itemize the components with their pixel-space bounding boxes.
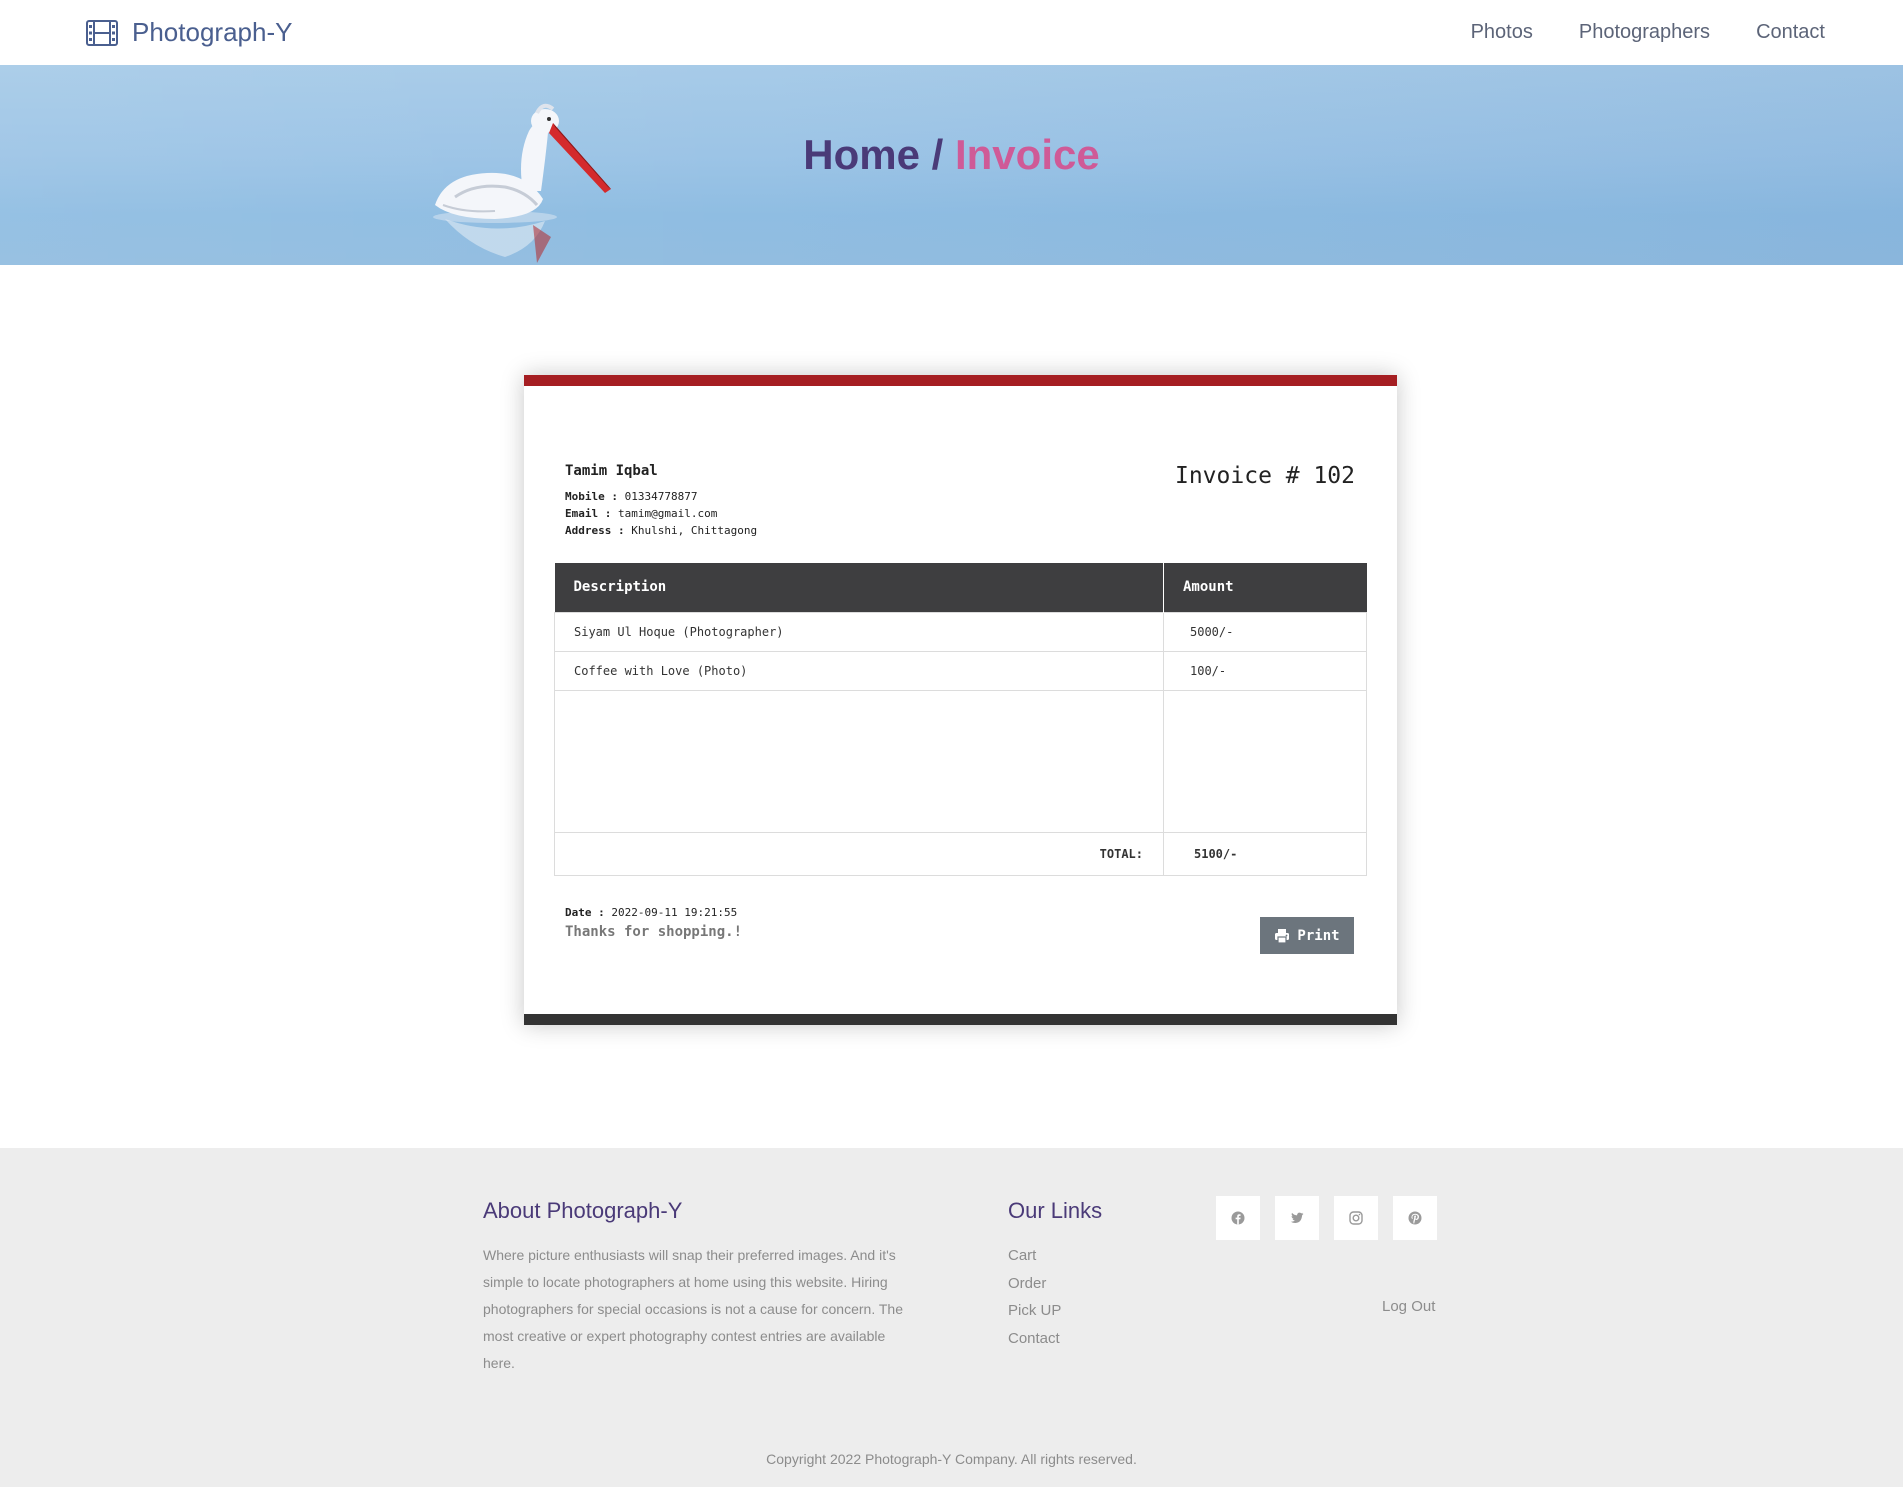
print-label: Print	[1297, 927, 1340, 944]
email-value: tamim@gmail.com	[617, 507, 718, 520]
copyright: Copyright 2022 Photograph-Y Company. All…	[766, 1451, 1137, 1467]
item-description: Coffee with Love (Photo)	[554, 650, 1164, 691]
item-amount: 5000/-	[1163, 611, 1367, 652]
nav-link-contact[interactable]: Contact	[1756, 21, 1825, 44]
pinterest-button[interactable]	[1393, 1196, 1437, 1240]
item-amount: 100/-	[1163, 650, 1367, 691]
logout-link[interactable]: Log Out	[1382, 1298, 1435, 1315]
empty-cell	[554, 689, 1164, 833]
about-text: Where picture enthusiasts will snap thei…	[483, 1247, 903, 1371]
mobile-value: 01334778877	[624, 490, 698, 503]
table-row: Coffee with Love (Photo) 100/-	[554, 650, 1367, 691]
navbar: Photograph-Y Photos Photographers Contac…	[0, 0, 1903, 65]
total-label: TOTAL:	[554, 831, 1164, 876]
thanks-message: Thanks for shopping.!	[565, 924, 743, 940]
hero-banner: Home / Invoice	[0, 65, 1903, 265]
instagram-button[interactable]	[1334, 1196, 1378, 1240]
footer-link-cart[interactable]: Cart	[1008, 1242, 1102, 1270]
about-title: About Photograph-Y	[483, 1198, 683, 1223]
invoice-card: Tamim Iqbal Mobile : 01334778877 Email :…	[524, 375, 1397, 1025]
total-value: 5100/-	[1163, 831, 1367, 876]
mobile-label: Mobile :	[565, 490, 618, 503]
social-links	[1216, 1196, 1437, 1240]
breadcrumb: Home / Invoice	[0, 131, 1903, 179]
address-label: Address :	[565, 524, 625, 537]
item-description: Siyam Ul Hoque (Photographer)	[554, 611, 1164, 652]
brand-link[interactable]: Photograph-Y	[86, 17, 292, 48]
facebook-button[interactable]	[1216, 1196, 1260, 1240]
instagram-icon	[1349, 1211, 1363, 1225]
breadcrumb-home[interactable]: Home	[803, 131, 920, 178]
pinterest-icon	[1408, 1211, 1422, 1225]
address-value: Khulshi, Chittagong	[631, 524, 758, 537]
total-row: TOTAL: 5100/-	[554, 831, 1367, 876]
nav-link-photos[interactable]: Photos	[1471, 21, 1533, 44]
date-label: Date :	[565, 906, 605, 919]
print-button[interactable]: Print	[1260, 917, 1354, 954]
footer-link-contact[interactable]: Contact	[1008, 1325, 1102, 1353]
customer-mobile: Mobile : 01334778877	[565, 488, 757, 505]
footer-about: About Photograph-Y Where picture enthusi…	[483, 1198, 918, 1377]
breadcrumb-current: Invoice	[954, 131, 1100, 178]
facebook-icon	[1231, 1211, 1245, 1225]
column-amount: Amount	[1163, 563, 1367, 612]
email-label: Email :	[565, 507, 612, 520]
footer-link-order[interactable]: Order	[1008, 1270, 1102, 1298]
table-header-row: Description Amount	[554, 563, 1367, 612]
table-empty-row	[554, 689, 1367, 833]
table-row: Siyam Ul Hoque (Photographer) 5000/-	[554, 611, 1367, 652]
invoice-date: Date : 2022-09-11 19:21:55	[565, 906, 737, 919]
nav-link-photographers[interactable]: Photographers	[1579, 21, 1710, 44]
twitter-button[interactable]	[1275, 1196, 1319, 1240]
customer-email: Email : tamim@gmail.com	[565, 505, 757, 522]
invoice-table: Description Amount Siyam Ul Hoque (Photo…	[554, 563, 1367, 876]
customer-name: Tamim Iqbal	[565, 463, 658, 479]
breadcrumb-separator: /	[919, 131, 955, 178]
brand-name: Photograph-Y	[132, 17, 293, 47]
empty-cell	[1163, 689, 1367, 833]
footer-links: Our Links Cart Order Pick UP Contact	[1008, 1198, 1102, 1352]
links-title: Our Links	[1008, 1198, 1103, 1223]
nav-links: Photos Photographers Contact	[1471, 21, 1825, 44]
twitter-icon	[1290, 1212, 1304, 1224]
customer-info: Tamim Iqbal Mobile : 01334778877 Email :…	[565, 463, 757, 539]
printer-icon	[1275, 928, 1290, 944]
customer-address: Address : Khulshi, Chittagong	[565, 522, 757, 539]
date-value: 2022-09-11 19:21:55	[611, 906, 738, 919]
film-icon	[86, 19, 118, 46]
footer: About Photograph-Y Where picture enthusi…	[0, 1148, 1903, 1487]
footer-link-pickup[interactable]: Pick UP	[1008, 1297, 1102, 1325]
column-description: Description	[554, 563, 1164, 612]
invoice-number: Invoice # 102	[1174, 463, 1355, 489]
